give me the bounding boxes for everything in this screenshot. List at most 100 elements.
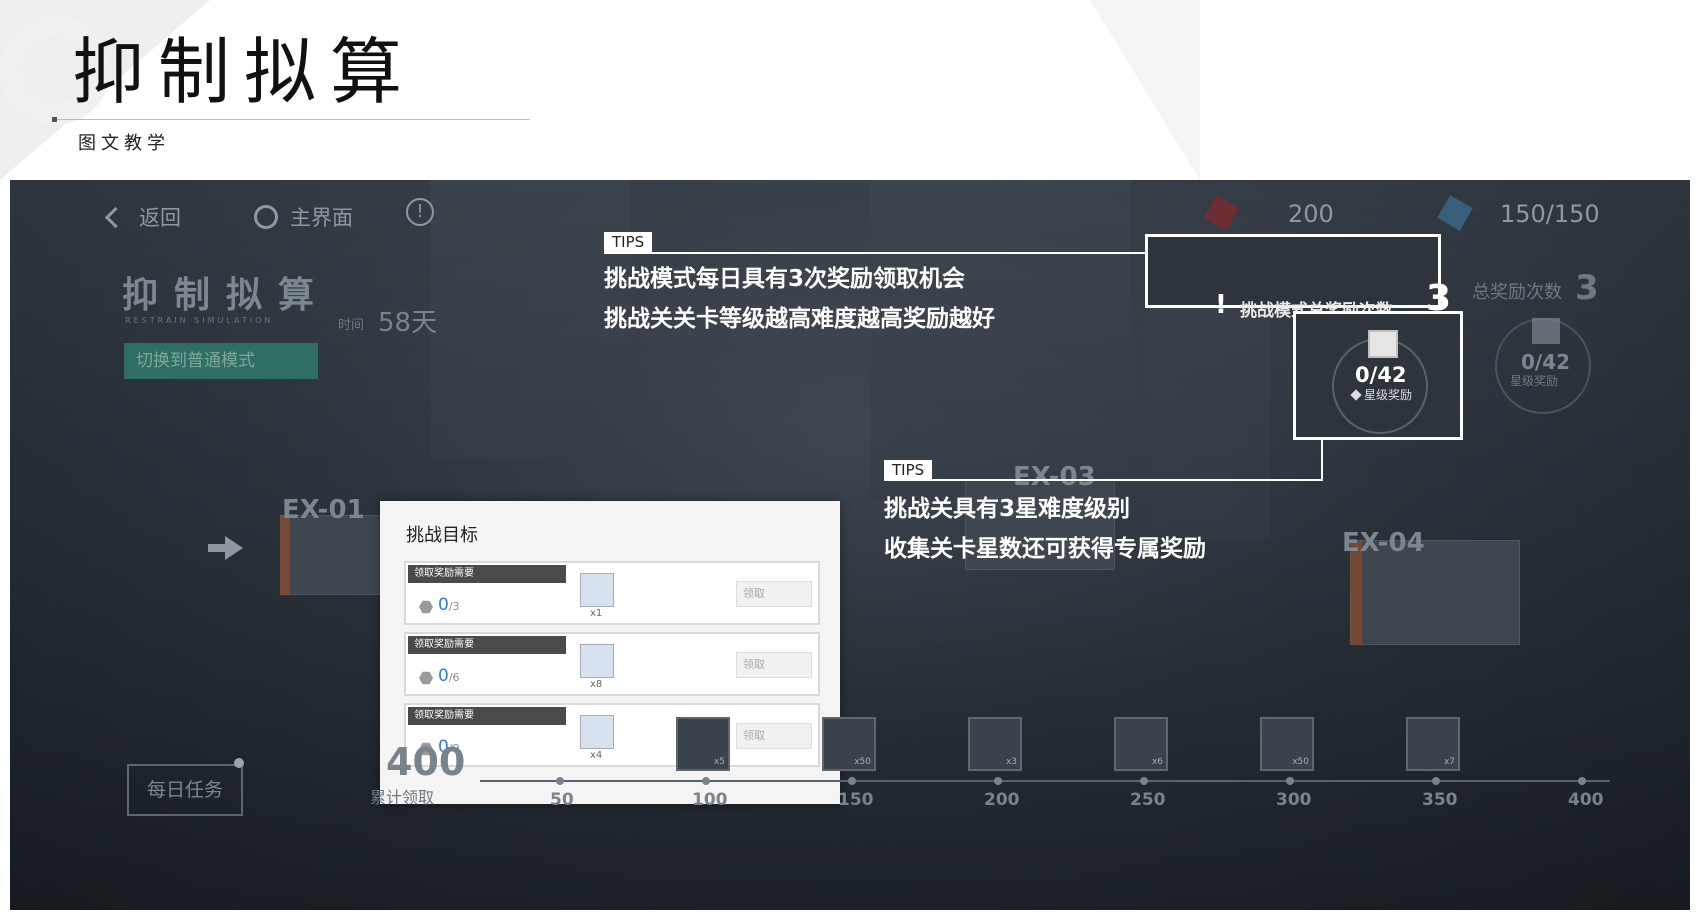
milestone-reward[interactable]: x3 bbox=[968, 717, 1022, 771]
goal-row: 领取奖励需要 0/3 x1 领取 bbox=[404, 561, 820, 625]
back-button[interactable]: 返回 bbox=[90, 194, 181, 240]
star-value-ghost: 0/42 bbox=[1521, 350, 1571, 374]
back-label: 返回 bbox=[139, 206, 181, 230]
star-label-text: 星级奖励 bbox=[1364, 388, 1413, 402]
tips-connector bbox=[1321, 440, 1323, 481]
arrow-right-icon bbox=[208, 544, 226, 552]
tips-tag: TIPS bbox=[884, 460, 933, 481]
milestone-label: 300 bbox=[1276, 790, 1312, 810]
stage-card[interactable] bbox=[280, 515, 390, 595]
tutorial-page: 抑制拟算 图文教学 返回 主界面 ! 200 150/150 抑制拟算 REST… bbox=[0, 0, 1700, 920]
stage-label: EX-03 bbox=[1013, 462, 1096, 492]
milestone-qty: x50 bbox=[854, 757, 871, 767]
star-label: 星级奖励 bbox=[1350, 386, 1413, 403]
exclamation-icon: ! bbox=[1215, 290, 1227, 320]
milestone-dot bbox=[994, 777, 1002, 785]
star-label-ghost: 星级奖励 bbox=[1510, 374, 1559, 388]
claim-button[interactable]: 领取 bbox=[736, 652, 812, 678]
currency-1-value: 200 bbox=[1288, 200, 1334, 228]
diamond-icon bbox=[1350, 389, 1362, 401]
title-dot bbox=[52, 117, 57, 122]
milestone-reward[interactable]: x6 bbox=[1114, 717, 1168, 771]
milestone-qty: x7 bbox=[1443, 757, 1455, 767]
time-value: 58天 bbox=[378, 308, 438, 338]
tips-connector bbox=[884, 479, 1323, 481]
panel-title: 挑战目标 bbox=[406, 525, 478, 546]
milestone-label: 250 bbox=[1130, 790, 1166, 810]
box-icon bbox=[1368, 330, 1398, 358]
goal-tag: 领取奖励需要 bbox=[408, 565, 566, 583]
milestone-label: 350 bbox=[1422, 790, 1458, 810]
claim-button[interactable]: 领取 bbox=[736, 723, 812, 749]
goal-progress-total: /6 bbox=[448, 671, 460, 684]
milestone-qty: x3 bbox=[1005, 757, 1017, 767]
document-title: 抑制拟算 bbox=[72, 30, 417, 114]
reward-item-icon[interactable] bbox=[580, 715, 614, 749]
reward-count-label-ghost: 总奖励次数 bbox=[1472, 282, 1562, 303]
reward-item-icon[interactable] bbox=[580, 573, 614, 607]
milestone-track bbox=[480, 780, 1610, 782]
milestone-dot bbox=[1140, 777, 1148, 785]
mode-title: 抑制拟算 bbox=[122, 275, 331, 316]
hexagon-icon bbox=[419, 600, 433, 614]
title-rule bbox=[52, 119, 530, 120]
total-collected-label: 累计领取 bbox=[370, 788, 435, 807]
milestone-dot bbox=[1578, 777, 1586, 785]
bg-decoration bbox=[1090, 0, 1200, 180]
goal-row: 领取奖励需要 0/9 x4 领取 bbox=[404, 703, 820, 767]
milestone-dot bbox=[556, 777, 564, 785]
reward-item-icon[interactable] bbox=[580, 644, 614, 678]
tips-line: 挑战关具有3星难度级别 bbox=[884, 496, 1131, 522]
goal-tag: 领取奖励需要 bbox=[408, 636, 566, 654]
milestone-label: 50 bbox=[550, 790, 574, 810]
goal-row: 领取奖励需要 0/6 x8 领取 bbox=[404, 632, 820, 696]
milestone-reward[interactable]: x5 bbox=[676, 717, 730, 771]
claim-button[interactable]: 领取 bbox=[736, 581, 812, 607]
milestone-reward[interactable]: x50 bbox=[822, 717, 876, 771]
goal-progress-value: 0 bbox=[438, 666, 449, 686]
daily-tasks-button[interactable]: 每日任务 bbox=[127, 764, 243, 816]
star-value: 0/42 bbox=[1355, 363, 1407, 387]
milestone-label: 200 bbox=[984, 790, 1020, 810]
stage-label: EX-04 bbox=[1342, 528, 1425, 558]
milestone-dot bbox=[1432, 777, 1440, 785]
milestone-dot bbox=[848, 777, 856, 785]
notification-dot bbox=[234, 758, 244, 768]
info-icon[interactable]: ! bbox=[406, 198, 434, 226]
stage-label: EX-01 bbox=[282, 495, 365, 525]
milestone-label: 100 bbox=[692, 790, 728, 810]
reward-qty: x8 bbox=[590, 679, 603, 690]
milestone-reward[interactable]: x7 bbox=[1406, 717, 1460, 771]
goal-progress: 0/3 bbox=[438, 595, 460, 615]
switch-mode-button[interactable]: 切换到普通模式 bbox=[124, 343, 318, 379]
tips-connector bbox=[604, 252, 1145, 254]
goal-tag: 领取奖励需要 bbox=[408, 707, 566, 725]
currency-2-value: 150/150 bbox=[1500, 200, 1600, 228]
arrow-right-icon bbox=[225, 536, 243, 560]
stage-accent bbox=[280, 515, 290, 595]
milestone-qty: x6 bbox=[1151, 757, 1163, 767]
milestone-dot bbox=[702, 777, 710, 785]
game-screenshot: 返回 主界面 ! 200 150/150 抑制拟算 RESTRAIN SIMUL… bbox=[10, 180, 1690, 910]
home-button[interactable]: 主界面 bbox=[240, 194, 353, 240]
mode-english-title: RESTRAIN SIMULATION bbox=[125, 316, 274, 325]
reward-qty: x1 bbox=[590, 608, 603, 619]
home-circle-icon bbox=[254, 205, 278, 229]
milestone-reward[interactable]: x50 bbox=[1260, 717, 1314, 771]
home-label: 主界面 bbox=[290, 206, 353, 230]
document-subtitle: 图文教学 bbox=[78, 133, 170, 154]
milestone-dot bbox=[1286, 777, 1294, 785]
milestone-qty: x50 bbox=[1292, 757, 1309, 767]
milestone-qty: x5 bbox=[713, 757, 725, 767]
milestone-label: 150 bbox=[838, 790, 874, 810]
time-label: 时间 bbox=[338, 318, 365, 333]
goal-progress-total: /3 bbox=[448, 600, 460, 613]
box-icon bbox=[1532, 318, 1560, 344]
reward-qty: x4 bbox=[590, 750, 603, 761]
milestone-label: 400 bbox=[1568, 790, 1604, 810]
goal-progress: 0/6 bbox=[438, 666, 460, 686]
tips-tag: TIPS bbox=[604, 232, 653, 253]
tips-line: 收集关卡星数还可获得专属奖励 bbox=[884, 536, 1206, 562]
reward-count-ghost: 3 bbox=[1575, 268, 1599, 308]
tips-line: 挑战关关卡等级越高难度越高奖励越好 bbox=[604, 306, 995, 332]
